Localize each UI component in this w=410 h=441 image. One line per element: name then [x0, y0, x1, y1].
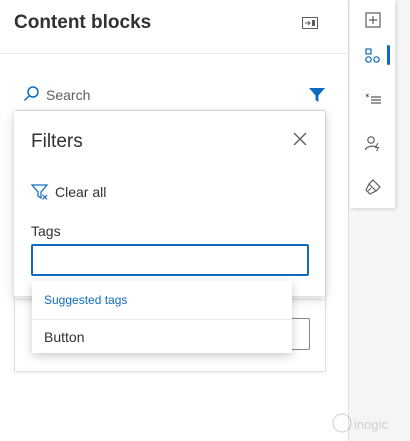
search-input[interactable] — [46, 84, 286, 106]
suggested-tags-header: Suggested tags — [32, 281, 292, 320]
watermark-text: inogic — [354, 417, 388, 432]
panel-title: Content blocks — [14, 12, 152, 33]
collapse-panel-button[interactable] — [299, 14, 321, 32]
tags-input[interactable] — [31, 244, 309, 276]
content-blocks-panel: Content blocks Filters — [0, 0, 349, 441]
clear-all-button[interactable]: Clear all — [31, 181, 106, 203]
styles-button[interactable] — [350, 167, 395, 207]
suggested-tag-option[interactable]: Button — [32, 321, 292, 353]
search-row — [14, 80, 334, 110]
inogic-watermark: inogic — [330, 403, 410, 441]
close-icon — [293, 132, 307, 146]
active-indicator — [387, 45, 390, 65]
collapse-panel-icon — [302, 17, 318, 29]
clear-all-label: Clear all — [55, 184, 107, 200]
filters-popup: Filters Clear all Tags — [14, 111, 325, 296]
close-filters-button[interactable] — [292, 131, 308, 147]
content-blocks-icon — [364, 48, 380, 63]
search-icon — [23, 86, 39, 102]
tags-label: Tags — [31, 223, 61, 239]
personalization-button[interactable] — [350, 123, 395, 163]
add-section-icon — [364, 12, 381, 28]
add-section-button[interactable] — [350, 0, 395, 40]
clear-filter-icon — [31, 184, 49, 200]
personalization-icon — [364, 136, 379, 152]
right-toolbar: * — [350, 0, 395, 208]
filters-title: Filters — [31, 131, 83, 152]
filter-button[interactable] — [306, 84, 328, 106]
svg-text:*: * — [365, 93, 370, 103]
filter-icon — [309, 88, 325, 102]
suggested-tags-dropdown: Suggested tags Button — [32, 281, 292, 353]
text-styles-button[interactable]: * — [350, 80, 395, 120]
brush-icon — [364, 179, 381, 195]
panel-header: Content blocks — [0, 0, 349, 54]
text-styles-icon: * — [365, 93, 381, 104]
